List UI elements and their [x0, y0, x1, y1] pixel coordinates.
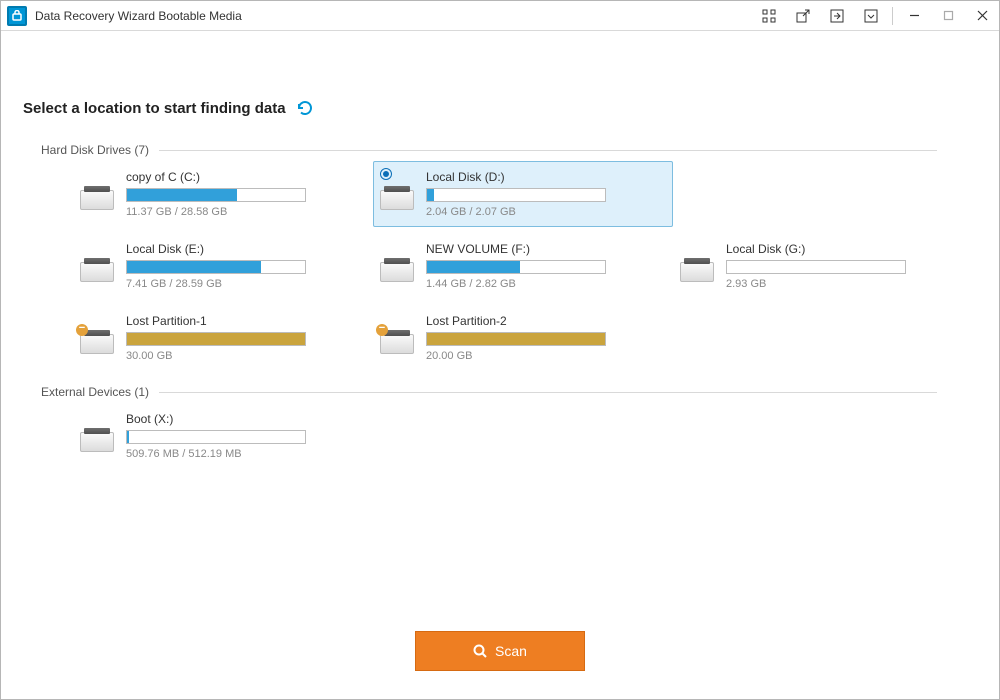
- usage-bar: [426, 188, 606, 202]
- scan-button-wrap: Scan: [1, 631, 999, 671]
- drive-grid-ext: Boot (X:) 509.76 MB / 512.19 MB: [73, 403, 977, 469]
- usage-text: 2.04 GB / 2.07 GB: [426, 206, 662, 218]
- page-title: Select a location to start finding data: [23, 100, 286, 117]
- drive-name: Local Disk (E:): [126, 242, 362, 256]
- usage-text: 20.00 GB: [426, 350, 662, 362]
- drive-item-e[interactable]: Local Disk (E:) 7.41 GB / 28.59 GB: [73, 233, 373, 299]
- page-heading: Select a location to start finding data: [23, 99, 977, 117]
- drive-item-c[interactable]: copy of C (C:) 11.37 GB / 28.58 GB: [73, 161, 373, 227]
- drive-item-lost1[interactable]: Lost Partition-1 30.00 GB: [73, 305, 373, 371]
- usage-bar: [126, 188, 306, 202]
- drive-item-d[interactable]: Local Disk (D:) 2.04 GB / 2.07 GB: [373, 161, 673, 227]
- drive-item-f[interactable]: NEW VOLUME (F:) 1.44 GB / 2.82 GB: [373, 233, 673, 299]
- drive-item-g[interactable]: Local Disk (G:) 2.93 GB: [673, 233, 973, 299]
- close-button[interactable]: [965, 1, 999, 31]
- drive-grid-hdd: copy of C (C:) 11.37 GB / 28.58 GB Local…: [73, 161, 977, 371]
- section-divider: [159, 150, 937, 151]
- app-window: Data Recovery Wizard Bootable Media Sele…: [0, 0, 1000, 700]
- refresh-button[interactable]: [296, 99, 314, 117]
- section-header-hdd: Hard Disk Drives (7): [41, 143, 977, 157]
- hard-drive-icon: [380, 256, 414, 282]
- usage-text: 1.44 GB / 2.82 GB: [426, 278, 662, 290]
- usage-text: 2.93 GB: [726, 278, 962, 290]
- toolbar-export-icon[interactable]: [786, 1, 820, 31]
- section-header-ext: External Devices (1): [41, 385, 977, 399]
- drive-name: Lost Partition-2: [426, 314, 662, 328]
- drive-name: Lost Partition-1: [126, 314, 362, 328]
- titlebar-divider: [892, 7, 893, 25]
- toolbar-dropdown-icon[interactable]: [854, 1, 888, 31]
- drive-item-x[interactable]: Boot (X:) 509.76 MB / 512.19 MB: [73, 403, 373, 469]
- usage-text: 30.00 GB: [126, 350, 362, 362]
- titlebar: Data Recovery Wizard Bootable Media: [1, 1, 999, 31]
- section-divider: [159, 392, 937, 393]
- drive-name: Local Disk (G:): [726, 242, 962, 256]
- search-icon: [473, 644, 487, 658]
- hard-drive-icon: [80, 256, 114, 282]
- usage-bar: [126, 260, 306, 274]
- usage-text: 509.76 MB / 512.19 MB: [126, 448, 362, 460]
- usage-bar: [726, 260, 906, 274]
- drive-item-lost2[interactable]: Lost Partition-2 20.00 GB: [373, 305, 673, 371]
- drive-name: NEW VOLUME (F:): [426, 242, 662, 256]
- toolbar-grid-icon[interactable]: [752, 1, 786, 31]
- hard-drive-icon: [380, 184, 414, 210]
- drive-name: Boot (X:): [126, 412, 362, 426]
- usage-text: 7.41 GB / 28.59 GB: [126, 278, 362, 290]
- usage-bar: [426, 260, 606, 274]
- scan-button-label: Scan: [495, 643, 527, 659]
- radio-icon: [380, 168, 392, 180]
- lost-partition-icon: [80, 328, 114, 354]
- lost-partition-icon: [380, 328, 414, 354]
- hard-drive-icon: [80, 184, 114, 210]
- hard-drive-icon: [80, 426, 114, 452]
- drive-name: Local Disk (D:): [426, 170, 662, 184]
- usage-bar: [126, 332, 306, 346]
- usage-bar: [426, 332, 606, 346]
- hard-drive-icon: [680, 256, 714, 282]
- usage-bar: [126, 430, 306, 444]
- drive-name: copy of C (C:): [126, 170, 362, 184]
- minimize-button[interactable]: [897, 1, 931, 31]
- usage-text: 11.37 GB / 28.58 GB: [126, 206, 362, 218]
- section-title-hdd: Hard Disk Drives (7): [41, 143, 149, 157]
- window-title: Data Recovery Wizard Bootable Media: [35, 9, 242, 23]
- content-area: Select a location to start finding data …: [1, 31, 999, 699]
- section-title-ext: External Devices (1): [41, 385, 149, 399]
- scan-button[interactable]: Scan: [415, 631, 585, 671]
- maximize-button[interactable]: [931, 1, 965, 31]
- toolbar-import-icon[interactable]: [820, 1, 854, 31]
- app-logo-icon: [7, 6, 27, 26]
